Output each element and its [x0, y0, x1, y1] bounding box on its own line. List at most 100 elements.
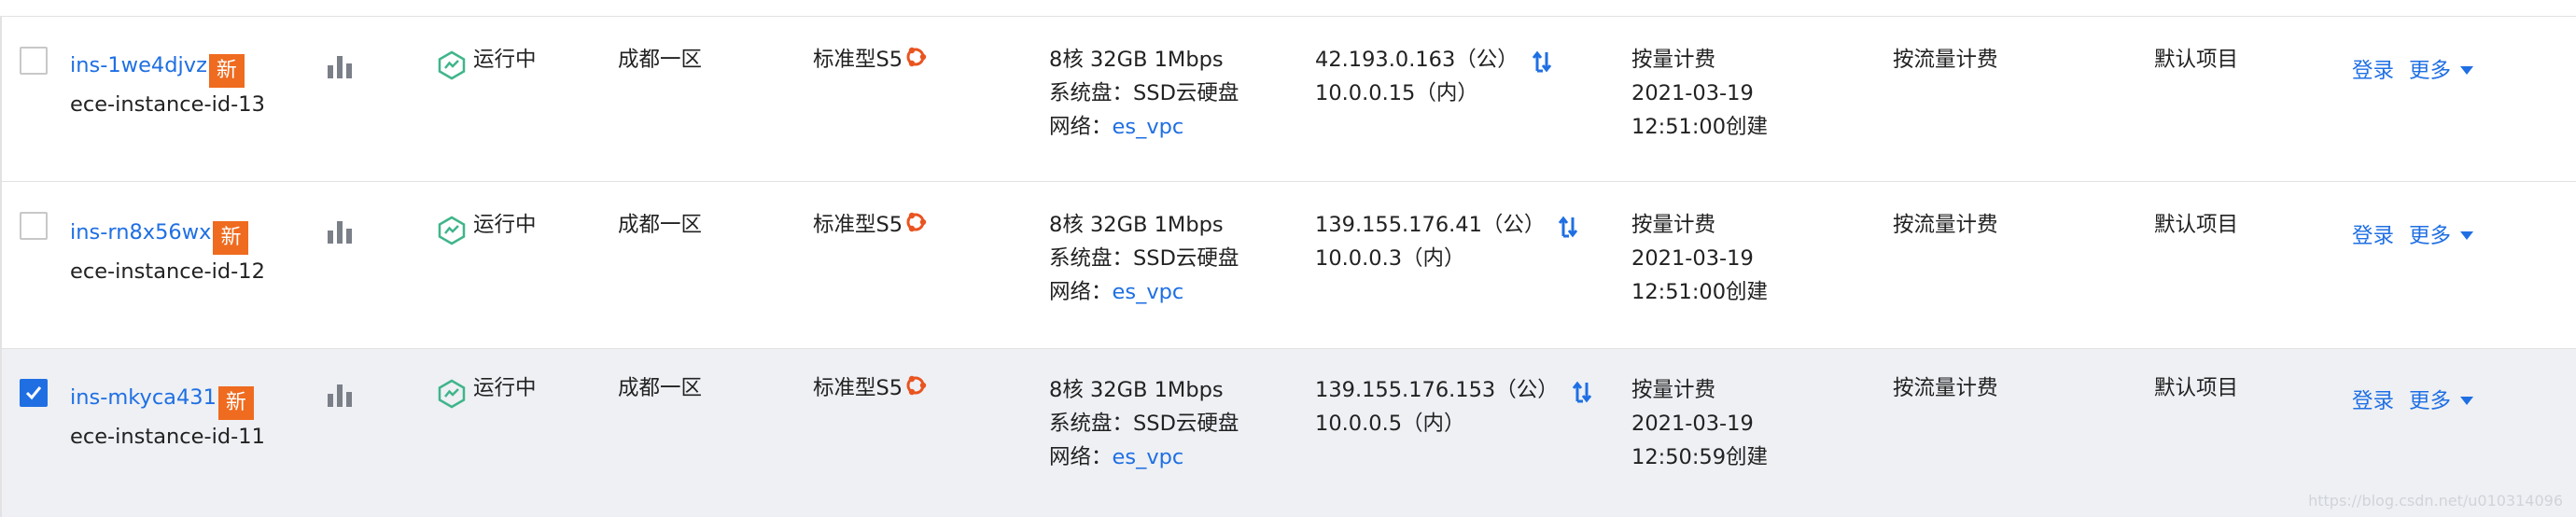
spec-text: 8核 32GB 1Mbps — [1049, 378, 1224, 402]
actions-cell: 登录 更多 — [2352, 54, 2474, 88]
network-billing: 按流量计费 — [1893, 376, 1998, 400]
model-cell: 标准型S5 — [813, 43, 928, 77]
spec-text: 8核 32GB 1Mbps — [1049, 213, 1224, 237]
network-label: 网络： — [1049, 115, 1113, 139]
created-time: 12:51:00创建 — [1631, 115, 1769, 139]
instance-id-cell: ins-rn8x56wx 新 — [70, 216, 249, 255]
row-checkbox[interactable] — [20, 212, 48, 240]
project-text: 默认项目 — [2154, 213, 2239, 237]
running-status-icon — [438, 50, 466, 80]
created-date: 2021-03-19 — [1631, 81, 1754, 105]
network-billing: 按流量计费 — [1893, 48, 1998, 72]
instance-id-cell: ins-mkyca431 新 — [70, 381, 254, 420]
row-checkbox[interactable] — [20, 379, 48, 407]
instance-table: ins-1we4djvz 新 ece-instance-id-13 运行中 成都一… — [0, 0, 2576, 517]
network-cell: 网络：es_vpc — [1049, 275, 1183, 309]
vpc-link[interactable]: es_vpc — [1113, 280, 1184, 304]
created-date: 2021-03-19 — [1631, 246, 1754, 271]
status-text: 运行中 — [473, 48, 537, 72]
swap-ip-icon[interactable] — [1558, 216, 1580, 238]
more-dropdown[interactable]: 更多 — [2409, 224, 2451, 248]
ubuntu-os-icon — [906, 375, 927, 396]
created-time: 12:50:59创建 — [1631, 445, 1769, 469]
billing-type: 按量计费 — [1631, 48, 1716, 72]
vpc-link[interactable]: es_vpc — [1113, 445, 1184, 469]
login-link[interactable]: 登录 — [2352, 224, 2394, 248]
swap-ip-icon[interactable] — [1572, 381, 1594, 403]
billing-type: 按量计费 — [1631, 378, 1716, 402]
public-ip: 42.193.0.163（公） — [1315, 48, 1519, 72]
more-dropdown[interactable]: 更多 — [2409, 59, 2451, 83]
project-text: 默认项目 — [2154, 48, 2239, 72]
network-label: 网络： — [1049, 280, 1113, 304]
running-status-icon — [438, 216, 466, 245]
instance-id-cell: ins-1we4djvz 新 — [70, 49, 245, 88]
instance-name: ece-instance-id-11 — [70, 425, 265, 449]
instance-name: ece-instance-id-13 — [70, 92, 265, 117]
disk-text: 系统盘：SSD云硬盘 — [1049, 81, 1239, 105]
row-left-border — [0, 182, 2, 348]
row-left-border — [0, 17, 2, 181]
new-badge: 新 — [208, 54, 245, 88]
bar-chart-icon[interactable] — [327, 219, 353, 244]
model-text: 标准型S5 — [813, 48, 903, 72]
login-link[interactable]: 登录 — [2352, 59, 2394, 83]
running-status-icon — [438, 379, 466, 409]
ubuntu-os-icon — [906, 212, 927, 232]
private-ip: 10.0.0.3（内） — [1315, 246, 1465, 271]
network-label: 网络： — [1049, 445, 1113, 469]
table-row: ins-rn8x56wx 新 ece-instance-id-12 运行中 成都一… — [0, 182, 2576, 349]
zone-text: 成都一区 — [618, 376, 703, 400]
zone-text: 成都一区 — [618, 213, 703, 237]
model-text: 标准型S5 — [813, 376, 903, 400]
checkmark-icon — [25, 386, 42, 400]
model-cell: 标准型S5 — [813, 208, 928, 242]
network-cell: 网络：es_vpc — [1049, 440, 1183, 474]
vpc-link[interactable]: es_vpc — [1113, 115, 1184, 139]
new-badge: 新 — [213, 221, 249, 255]
created-date: 2021-03-19 — [1631, 412, 1754, 436]
created-time: 12:51:00创建 — [1631, 280, 1769, 304]
model-text: 标准型S5 — [813, 213, 903, 237]
more-dropdown[interactable]: 更多 — [2409, 389, 2451, 413]
disk-text: 系统盘：SSD云硬盘 — [1049, 246, 1239, 271]
table-top-border — [0, 0, 2576, 17]
network-billing: 按流量计费 — [1893, 213, 1998, 237]
ubuntu-os-icon — [906, 47, 927, 67]
public-ip-cell: 139.155.176.41（公） — [1315, 208, 1580, 242]
row-left-border — [0, 349, 2, 517]
bar-chart-icon[interactable] — [327, 54, 353, 78]
instance-id-link[interactable]: ins-1we4djvz — [70, 53, 207, 77]
caret-down-icon[interactable] — [2460, 396, 2474, 405]
public-ip: 139.155.176.153（公） — [1315, 378, 1559, 402]
project-text: 默认项目 — [2154, 376, 2239, 400]
table-row: ins-1we4djvz 新 ece-instance-id-13 运行中 成都一… — [0, 17, 2576, 182]
zone-text: 成都一区 — [618, 48, 703, 72]
network-cell: 网络：es_vpc — [1049, 110, 1183, 144]
status-text: 运行中 — [473, 376, 537, 400]
instance-id-link[interactable]: ins-rn8x56wx — [70, 220, 211, 245]
instance-id-link[interactable]: ins-mkyca431 — [70, 385, 217, 410]
watermark: https://blog.csdn.net/u010314096 — [2308, 492, 2563, 510]
new-badge: 新 — [217, 386, 254, 420]
billing-type: 按量计费 — [1631, 213, 1716, 237]
caret-down-icon[interactable] — [2460, 65, 2474, 75]
public-ip-cell: 139.155.176.153（公） — [1315, 373, 1594, 407]
row-checkbox[interactable] — [20, 47, 48, 75]
private-ip: 10.0.0.15（内） — [1315, 81, 1478, 105]
public-ip: 139.155.176.41（公） — [1315, 213, 1546, 237]
actions-cell: 登录 更多 — [2352, 384, 2474, 418]
public-ip-cell: 42.193.0.163（公） — [1315, 43, 1554, 77]
bar-chart-icon[interactable] — [327, 383, 353, 407]
model-cell: 标准型S5 — [813, 371, 928, 405]
disk-text: 系统盘：SSD云硬盘 — [1049, 412, 1239, 436]
caret-down-icon[interactable] — [2460, 231, 2474, 240]
status-text: 运行中 — [473, 213, 537, 237]
spec-text: 8核 32GB 1Mbps — [1049, 48, 1224, 72]
instance-name: ece-instance-id-12 — [70, 259, 265, 284]
private-ip: 10.0.0.5（内） — [1315, 412, 1465, 436]
table-row: ins-mkyca431 新 ece-instance-id-11 运行中 成都一… — [0, 349, 2576, 517]
swap-ip-icon[interactable] — [1532, 50, 1554, 73]
login-link[interactable]: 登录 — [2352, 389, 2394, 413]
actions-cell: 登录 更多 — [2352, 219, 2474, 253]
